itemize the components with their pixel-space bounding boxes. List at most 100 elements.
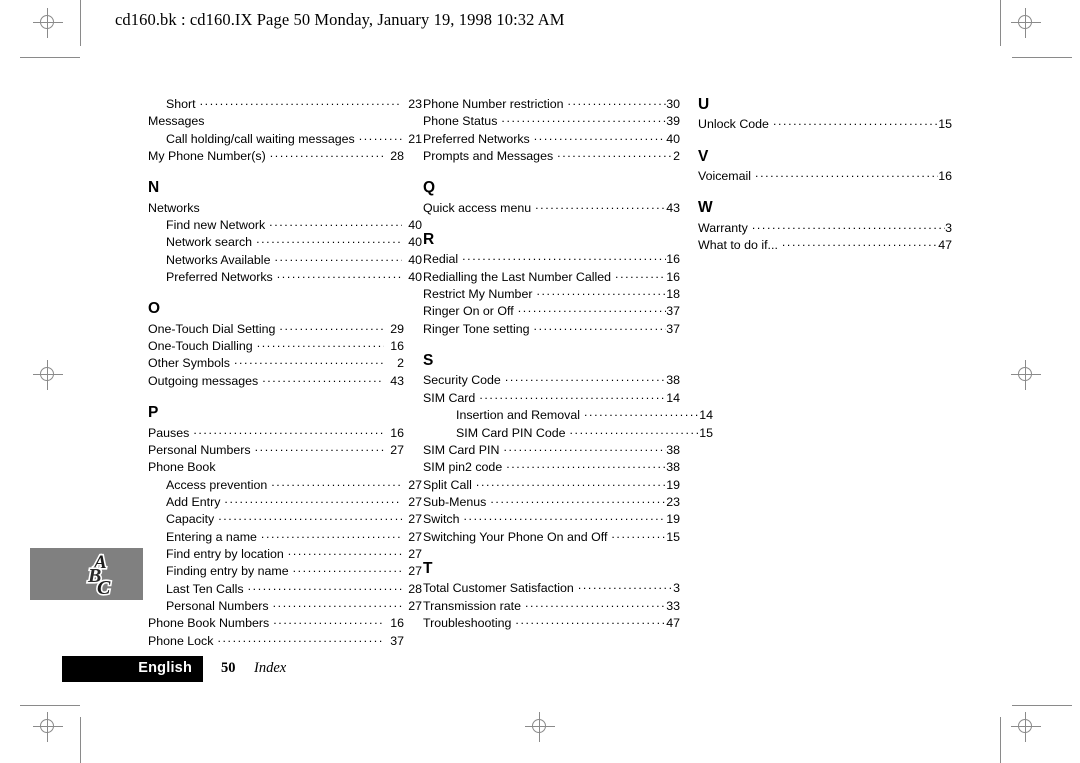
- index-entry-leader-dots: ........................................…: [755, 168, 938, 181]
- index-entry-page-number: 21: [408, 131, 422, 146]
- index-entry-label: SIM pin2 code: [423, 460, 503, 475]
- index-entry-leader-dots: ........................................…: [533, 320, 667, 333]
- registration-hline: [33, 726, 63, 727]
- index-entry-leader-dots: ........................................…: [490, 493, 666, 506]
- index-entry-leader-dots: ........................................…: [751, 219, 945, 232]
- index-entry-leader-dots: ........................................…: [256, 338, 384, 351]
- index-entry-page-number: 15: [699, 425, 713, 440]
- index-entry-leader-dots: ........................................…: [260, 528, 402, 541]
- index-entry-leader-dots: ........................................…: [517, 303, 667, 316]
- index-letter-heading: O: [148, 300, 161, 318]
- index-entry: My Phone Number(s)......................…: [148, 148, 404, 165]
- index-entry-page-number: 47: [938, 238, 952, 253]
- index-column-1: Short...................................…: [148, 96, 422, 650]
- index-entry-label: Networks: [148, 200, 200, 215]
- index-entry-page-number: 15: [938, 117, 952, 132]
- index-entry-page-number: 23: [666, 494, 680, 509]
- index-entry-label: Split Call: [423, 477, 472, 492]
- index-entry-page-number: 16: [666, 269, 680, 284]
- index-entry-page-number: 19: [666, 512, 680, 527]
- index-entry-leader-dots: ........................................…: [273, 615, 384, 628]
- index-entry-leader-dots: ........................................…: [557, 148, 674, 161]
- index-entry-label: Total Customer Satisfaction: [423, 581, 574, 596]
- index-entry-page-number: 38: [666, 373, 680, 388]
- index-entry-label: SIM Card: [423, 390, 476, 405]
- index-entry-leader-dots: ........................................…: [254, 441, 384, 454]
- index-entry-page-number: 27: [408, 564, 422, 579]
- registration-vline: [1025, 360, 1026, 390]
- index-entry: Preferred Networks......................…: [423, 131, 680, 148]
- index-entry-label: Ringer On or Off: [423, 304, 514, 319]
- index-entry-page-number: 14: [666, 390, 680, 405]
- crop-mark-top-left-vertical: [80, 0, 81, 46]
- index-entry-page-number: 27: [408, 494, 422, 509]
- index-entry-leader-dots: ........................................…: [292, 563, 402, 576]
- index-entry-page-number: 37: [666, 304, 680, 319]
- index-entry-label: Transmission rate: [423, 598, 522, 613]
- index-column-3: U Unlock Code............................…: [698, 96, 952, 254]
- index-entry-label: Find new Network: [166, 218, 266, 233]
- index-entry: Phone Status............................…: [423, 113, 680, 130]
- index-entry: Redial..................................…: [423, 251, 680, 268]
- index-entry-label: Troubleshooting: [423, 615, 512, 630]
- index-entry: Phone Number restriction................…: [423, 96, 680, 113]
- registration-mark-top-left: [33, 8, 63, 38]
- registration-vline: [47, 712, 48, 742]
- index-entry-label: Last Ten Calls: [166, 581, 244, 596]
- index-entry-label: Networks Available: [166, 252, 271, 267]
- registration-vline: [47, 360, 48, 390]
- index-entry-label: Voicemail: [698, 169, 752, 184]
- index-entry-label: SIM Card PIN Code: [456, 425, 566, 440]
- index-entry: Phone Book Numbers......................…: [148, 615, 404, 632]
- index-entry-page-number: 23: [408, 97, 422, 111]
- index-entry-leader-dots: ........................................…: [781, 237, 939, 250]
- index-entry: Entering a name.........................…: [148, 529, 422, 546]
- index-entry-leader-dots: ........................................…: [611, 528, 667, 541]
- index-entry: Total Customer Satisfaction.............…: [423, 580, 680, 597]
- index-entry: Voicemail...............................…: [698, 168, 952, 185]
- index-letter-heading: W: [698, 199, 713, 217]
- index-entry-leader-dots: ........................................…: [501, 113, 667, 126]
- index-entry-label: SIM Card PIN: [423, 442, 500, 457]
- index-entry-page-number: 2: [397, 356, 404, 371]
- index-entry-label: Add Entry: [166, 494, 221, 509]
- index-entry-leader-dots: ........................................…: [358, 130, 402, 143]
- index-entry: Personal Numbers........................…: [148, 442, 404, 459]
- crop-mark-top-left-horizontal: [20, 57, 80, 58]
- index-entry-label: Switching Your Phone On and Off: [423, 529, 608, 544]
- index-entry-label: Capacity: [166, 512, 215, 527]
- index-entry-page-number: 14: [699, 408, 713, 423]
- index-entry-page-number: 40: [408, 270, 422, 285]
- index-entry-label: Sub-Menus: [423, 494, 487, 509]
- index-entry-label: Call holding/call waiting messages: [166, 131, 355, 146]
- index-entry: Find entry by location..................…: [148, 546, 422, 563]
- index-entry-leader-dots: ........................................…: [535, 199, 667, 212]
- index-entry-page-number: 27: [408, 512, 422, 527]
- index-entry: Add Entry...............................…: [148, 494, 422, 511]
- index-entry-leader-dots: ........................................…: [279, 320, 384, 333]
- index-entry-page-number: 33: [666, 598, 680, 613]
- index-entry-leader-dots: ........................................…: [567, 96, 667, 108]
- index-entry-page-number: 43: [390, 373, 404, 388]
- index-entry: Find new Network........................…: [148, 217, 422, 234]
- index-letter-heading: R: [423, 231, 435, 249]
- index-entry: Prompts and Messages....................…: [423, 148, 680, 165]
- index-entry-label: Personal Numbers: [166, 598, 269, 613]
- registration-hline: [525, 726, 555, 727]
- index-entry-page-number: 40: [408, 252, 422, 267]
- index-entry: Insertion and Removal...................…: [423, 407, 713, 424]
- index-entry: Split Call..............................…: [423, 477, 680, 494]
- index-entry-page-number: 27: [408, 598, 422, 613]
- index-entry: Sub-Menus...............................…: [423, 494, 680, 511]
- index-entry-page-number: 16: [390, 425, 404, 440]
- index-entry-label: Ringer Tone setting: [423, 321, 530, 336]
- abc-tab-graphic: A A B B C C: [30, 548, 143, 600]
- crop-mark-top-right-horizontal: [1012, 57, 1072, 58]
- index-letter-heading: Q: [423, 179, 436, 197]
- index-entry: SIM pin2 code...........................…: [423, 459, 680, 476]
- index-entry-label: Unlock Code: [698, 117, 769, 132]
- index-entry: Messages: [148, 113, 404, 130]
- index-entry-page-number: 43: [666, 200, 680, 215]
- index-entry-page-number: 47: [666, 615, 680, 630]
- registration-vline: [539, 712, 540, 742]
